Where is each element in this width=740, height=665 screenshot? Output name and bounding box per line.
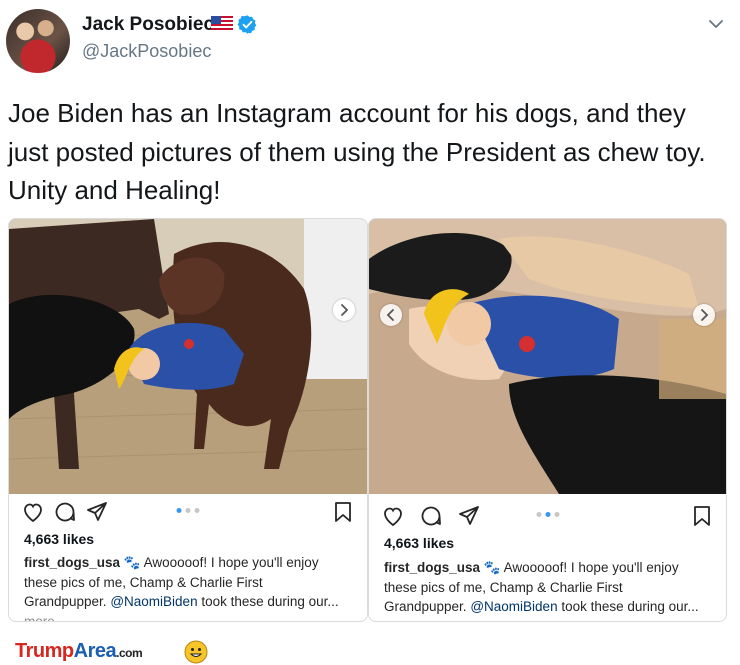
tweet-text: Joe Biden has an Instagram account for h… xyxy=(8,98,706,205)
likes-count[interactable]: 4,663 likes xyxy=(384,535,454,551)
caption-username[interactable]: first_dogs_usa xyxy=(24,555,120,570)
bookmark-icon[interactable] xyxy=(331,500,355,524)
watermark-com: .com xyxy=(116,646,143,660)
post-caption: first_dogs_usa 🐾 Awooooof! I hope you'll… xyxy=(24,553,344,622)
carousel-indicator xyxy=(176,508,200,513)
smiley-face-icon xyxy=(184,640,208,664)
post-action-bar xyxy=(21,500,355,526)
instagram-post-1[interactable]: 4,663 likes first_dogs_usa 🐾 Awooooof! I… xyxy=(8,218,368,622)
carousel-next-button[interactable] xyxy=(693,304,715,326)
carousel-prev-button[interactable] xyxy=(380,304,402,326)
caption-text-end: took these during our... xyxy=(197,594,339,609)
post-action-bar xyxy=(381,504,714,530)
comment-icon[interactable] xyxy=(53,500,77,524)
carousel-next-button[interactable] xyxy=(333,299,355,321)
more-link[interactable]: more xyxy=(24,614,55,622)
share-icon[interactable] xyxy=(85,500,109,524)
paw-icon: 🐾 xyxy=(123,555,141,570)
carousel-next-icon xyxy=(701,309,709,321)
site-watermark: TrumpArea.com xyxy=(15,640,143,663)
heart-icon[interactable] xyxy=(381,504,405,528)
us-flag-icon xyxy=(211,16,233,31)
comment-icon[interactable] xyxy=(419,504,443,528)
instagram-post-2[interactable]: 4,663 likes first_dogs_usa 🐾 Awooooof! I… xyxy=(368,218,727,622)
caption-username[interactable]: first_dogs_usa xyxy=(384,560,480,575)
watermark-trump: Trump xyxy=(15,640,74,662)
post-photo-dog-with-chew-toy xyxy=(9,219,367,494)
caption-mention-link[interactable]: @NaomiBiden xyxy=(470,599,557,614)
post-caption: first_dogs_usa 🐾 Awooooof! I hope you'll… xyxy=(384,558,704,622)
paw-icon: 🐾 xyxy=(483,560,501,575)
heart-icon[interactable] xyxy=(21,500,45,524)
verified-badge-icon xyxy=(237,15,257,34)
carousel-prev-icon xyxy=(386,309,394,321)
user-handle[interactable]: @JackPosobiec xyxy=(82,41,211,62)
caption-text-end: took these during our... xyxy=(557,599,699,614)
bookmark-icon[interactable] xyxy=(690,504,714,528)
profile-avatar[interactable] xyxy=(6,9,70,73)
more-link[interactable]: more xyxy=(384,619,415,622)
share-icon[interactable] xyxy=(457,504,481,528)
carousel-indicator xyxy=(536,512,559,517)
post-photo-dogs-with-chew-toy xyxy=(369,219,726,494)
carousel-next-icon xyxy=(341,304,349,316)
caption-mention-link[interactable]: @NaomiBiden xyxy=(110,594,197,609)
watermark-area: Area xyxy=(73,640,117,662)
display-name[interactable]: Jack Posobiec xyxy=(82,14,214,36)
likes-count[interactable]: 4,663 likes xyxy=(24,531,94,547)
chevron-down-icon[interactable] xyxy=(706,14,726,34)
